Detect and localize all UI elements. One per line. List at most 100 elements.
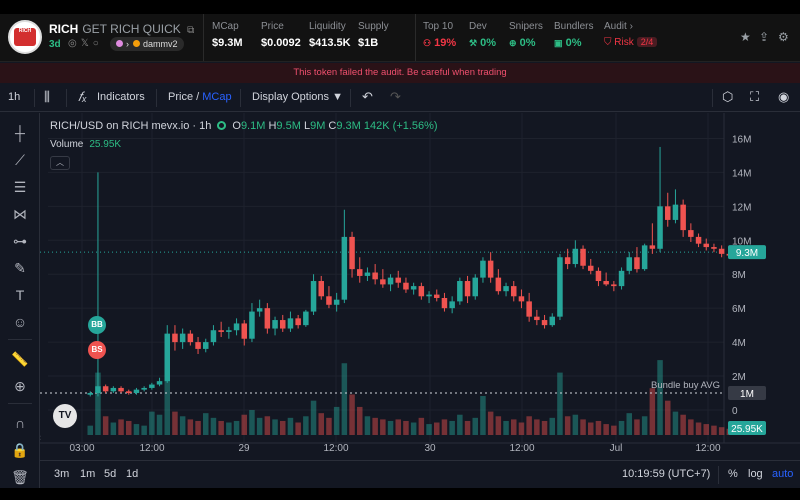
pattern-icon[interactable]: ⋈ <box>10 204 30 224</box>
volume-bar <box>434 422 440 435</box>
range-3m[interactable]: 3m <box>54 468 69 480</box>
volume-bar <box>457 414 463 435</box>
volume-bar <box>472 417 478 435</box>
y-tick-label: 0 <box>732 406 738 417</box>
circle-icon[interactable]: ○ <box>93 38 103 49</box>
toolbar-divider <box>240 89 241 107</box>
toolbar-divider <box>350 89 351 107</box>
candle-body <box>203 342 209 349</box>
candle-body <box>495 277 502 292</box>
range-5d[interactable]: 5d <box>104 468 116 480</box>
candle-body <box>564 257 571 265</box>
volume-bar <box>387 420 394 435</box>
volume-bar <box>295 422 301 435</box>
price-toggle[interactable]: Price / MCap <box>168 91 232 103</box>
volume-bar <box>711 425 717 435</box>
people-icon: ⚇ <box>423 38 432 48</box>
dex-pill[interactable]: › dammv2 <box>110 37 184 51</box>
bundle-sell-marker[interactable]: BS <box>88 341 106 359</box>
interval-button[interactable]: 1h <box>8 91 20 103</box>
fib-icon[interactable]: ☰ <box>10 177 30 197</box>
volume-bar <box>603 424 609 435</box>
candle-body <box>487 260 494 278</box>
auto-toggle[interactable]: auto <box>772 468 793 480</box>
stat-audit[interactable]: Audit › ⛉ Risk 2/4 <box>604 21 658 48</box>
y-tick-label: 8M <box>732 270 746 281</box>
range-1d[interactable]: 1d <box>126 468 138 480</box>
volume-bar <box>480 396 486 435</box>
tradingview-logo[interactable]: TV <box>53 404 77 428</box>
candle-body <box>688 230 694 237</box>
y-tick-label: 2M <box>732 372 746 383</box>
candle-body <box>156 381 163 385</box>
candle-body <box>380 279 386 285</box>
legend-pair: RICH/USD on RICH mevx.io · 1h <box>50 120 212 132</box>
lock-icon[interactable]: 🔒 <box>10 440 30 460</box>
candle-body <box>110 387 117 392</box>
ruler-icon[interactable]: 📏 <box>10 349 30 369</box>
trend-line-icon[interactable]: ⟋ <box>10 150 30 170</box>
candle-body <box>187 333 194 343</box>
candle-body <box>665 206 671 220</box>
stat-dev-label: Dev <box>469 21 487 32</box>
settings-icon[interactable]: ⬡ <box>722 89 733 105</box>
trash-icon[interactable]: 🗑 <box>10 467 30 487</box>
range-1m[interactable]: 1m <box>80 468 95 480</box>
volume-bar <box>403 420 409 435</box>
copy-icon[interactable]: ⧉ <box>187 25 194 36</box>
toolbar-divider <box>34 89 35 107</box>
magnet-icon[interactable]: ∩ <box>10 413 30 433</box>
fx-icon[interactable]: 𝑓ₓ <box>78 89 87 105</box>
emoji-icon[interactable]: ☺ <box>10 312 30 332</box>
eye-icon[interactable] <box>217 121 227 130</box>
volume-bar <box>364 416 371 435</box>
measure-icon[interactable]: ⊶ <box>10 231 30 251</box>
candle-type-icon[interactable]: ⫼ <box>44 89 50 105</box>
camera-icon[interactable]: ◉ <box>778 89 789 105</box>
volume-bar <box>303 416 309 435</box>
display-options-label: Display Options <box>252 91 330 103</box>
candle-body <box>595 270 602 282</box>
shield-icon: ⛉ <box>604 37 612 48</box>
candle-body <box>326 296 332 305</box>
token-name[interactable]: RICH GET RICH QUICK ⧉ <box>49 22 194 36</box>
text-icon[interactable]: T <box>10 285 30 305</box>
stat-mcap-value: $9.3M <box>212 37 243 49</box>
volume-bar <box>695 422 702 435</box>
clock-time[interactable]: 10:19:59 (UTC+7) <box>622 468 710 480</box>
star-icon[interactable]: ★ <box>740 30 751 44</box>
undo-icon[interactable]: ↶ <box>362 89 373 105</box>
volume-bar <box>287 417 294 435</box>
brush-icon[interactable]: ✎ <box>10 258 30 278</box>
volume-bar <box>118 419 124 435</box>
redo-icon[interactable]: ↷ <box>390 89 401 105</box>
candle-body <box>511 286 517 297</box>
settings-icon[interactable]: ⚙ <box>778 30 789 44</box>
volume-bar <box>557 372 563 435</box>
crosshair-icon[interactable]: ┼ <box>10 123 30 143</box>
header-divider <box>415 14 416 61</box>
volume-bar <box>203 413 209 435</box>
volume-bar <box>410 422 417 435</box>
social-icons: ◎𝕏○ <box>68 38 103 49</box>
volume-bar <box>618 420 625 435</box>
fullscreen-icon[interactable]: ⛶ <box>750 89 759 105</box>
bundle-avg-badge: 1M <box>740 389 754 400</box>
volume-bar <box>210 417 217 435</box>
x-icon[interactable]: 𝕏 <box>81 38 93 49</box>
candle-body <box>310 281 317 312</box>
collapse-legend-button[interactable]: ︿ <box>50 156 70 170</box>
zoom-in-icon[interactable]: ⊕ <box>10 376 30 396</box>
y-tick-label: 6M <box>732 304 746 315</box>
globe-icon[interactable]: ◎ <box>68 38 81 49</box>
log-toggle[interactable]: log <box>748 468 763 480</box>
display-options-button[interactable]: Display Options ▼ <box>252 91 343 103</box>
x-tick-label: 03:00 <box>69 443 94 454</box>
price-chart[interactable]: 16M14M12M10M8M6M4M2M003:00 12:00 29 12:00 30… <box>40 113 800 460</box>
indicators-button[interactable]: Indicators <box>97 91 145 103</box>
percent-toggle[interactable]: % <box>728 468 738 480</box>
share-icon[interactable]: ⇪ <box>759 30 769 44</box>
candle-body <box>387 277 394 285</box>
candle-body <box>557 257 563 317</box>
bundle-buy-marker[interactable]: BB <box>88 316 106 334</box>
